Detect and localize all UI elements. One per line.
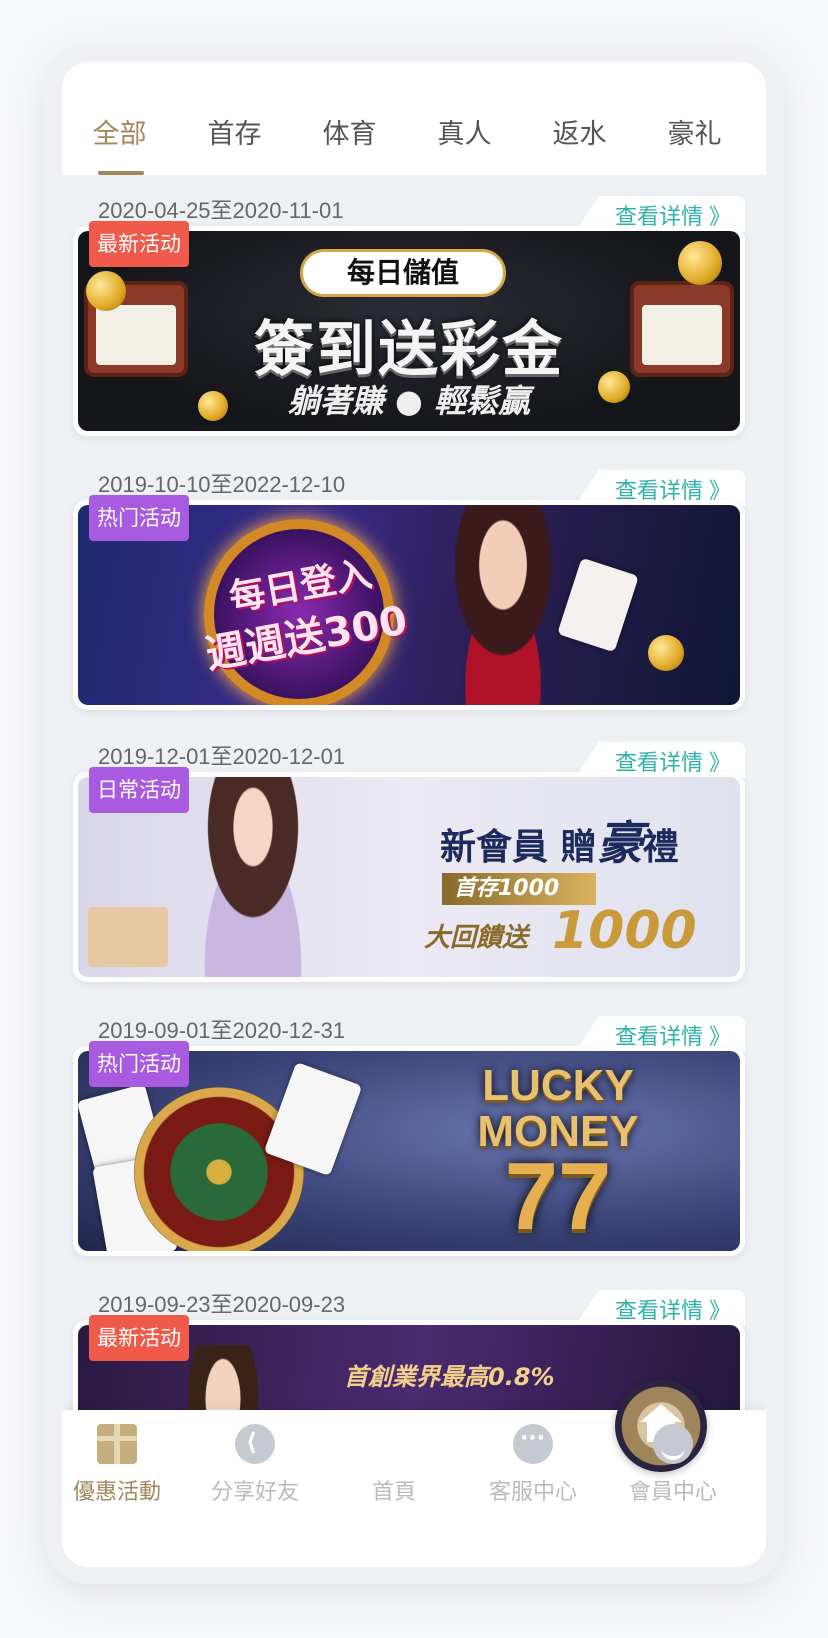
- coin-icon: [678, 241, 722, 285]
- nav-member-center[interactable]: 會員中心: [608, 1424, 738, 1506]
- promotion-badge: 日常活动: [89, 767, 189, 813]
- tab-sports[interactable]: 体育: [292, 62, 407, 175]
- promotion-badge: 热门活动: [89, 1041, 189, 1087]
- banner-line-lucky: LUCKY: [482, 1061, 634, 1110]
- promotion-card: 2020-04-25至2020-11-01 查看详情》 每日儲值 簽到送彩金 躺…: [73, 175, 745, 455]
- banner-headline: 新會員 贈豪禮: [440, 807, 679, 873]
- nav-label: 首頁: [371, 1480, 416, 1505]
- model-photo: [428, 505, 578, 705]
- banner-headline-part: 贈: [560, 827, 597, 868]
- tab-all[interactable]: 全部: [62, 62, 177, 175]
- promotion-card: 2019-12-01至2020-12-01 查看详情》 新會員 贈豪禮 首存10…: [73, 721, 745, 1001]
- tab-gifts[interactable]: 豪礼: [637, 62, 752, 175]
- banner-line-1: 首創業界最高0.8%: [344, 1363, 555, 1391]
- banner-headline-part: 新會員: [440, 827, 549, 868]
- nav-label: 客服中心: [488, 1480, 577, 1505]
- chip-icon: [648, 635, 684, 671]
- nav-label: 會員中心: [628, 1480, 717, 1505]
- nav-promotions[interactable]: 優惠活動: [62, 1424, 182, 1506]
- model-photo: [178, 777, 328, 977]
- nav-label: 分享好友: [210, 1480, 299, 1505]
- chat-icon: [513, 1424, 553, 1464]
- banner-headline-part: 禮: [642, 827, 679, 868]
- banner-line-3: 大回饋送: [424, 923, 529, 953]
- phone-screen: 全部 首存 体育 真人 返水 豪礼 2020-04-25至2020-11-01 …: [62, 62, 766, 1567]
- nav-customer-service[interactable]: 客服中心: [468, 1424, 598, 1506]
- banner-pill-text: 每日儲值: [300, 249, 506, 297]
- tab-first-deposit[interactable]: 首存: [177, 62, 292, 175]
- tab-live[interactable]: 真人: [407, 62, 522, 175]
- user-icon: [653, 1424, 693, 1464]
- banner-subline: 躺著賺 ● 輕鬆贏: [287, 382, 531, 420]
- promotion-badge: 热门活动: [89, 495, 189, 541]
- gift-icon: [97, 1424, 137, 1464]
- nav-home[interactable]: 首頁: [329, 1380, 707, 1506]
- category-tabs: 全部 首存 体育 真人 返水 豪礼: [62, 62, 766, 175]
- bottom-navigation: 優惠活動 分享好友 首頁 客服中心 會員中心: [62, 1380, 766, 1567]
- banner-line-1: LUCKY MONEY: [438, 1063, 678, 1155]
- tab-rebate[interactable]: 返水: [522, 62, 637, 175]
- banner-line-3: 77: [504, 1143, 612, 1250]
- banner-line-3-amount: 1000: [552, 901, 697, 961]
- nav-label: 優惠活動: [72, 1480, 161, 1505]
- promotion-badge: 最新活动: [89, 221, 189, 267]
- promotion-card: 2019-10-10至2022-12-10 查看详情》 每日登入 週週送300 …: [73, 449, 745, 729]
- nav-share-friends[interactable]: 分享好友: [190, 1424, 320, 1506]
- promotion-badge: 最新活动: [89, 1315, 189, 1361]
- share-icon: [235, 1424, 275, 1464]
- banner-headline-part: 豪: [596, 816, 643, 870]
- promotion-card: 2019-09-01至2020-12-31 查看详情》 LUCKY MONEY 7…: [73, 995, 745, 1275]
- gift-box-graphic: [88, 907, 168, 967]
- banner-headline: 簽到送彩金: [254, 315, 564, 385]
